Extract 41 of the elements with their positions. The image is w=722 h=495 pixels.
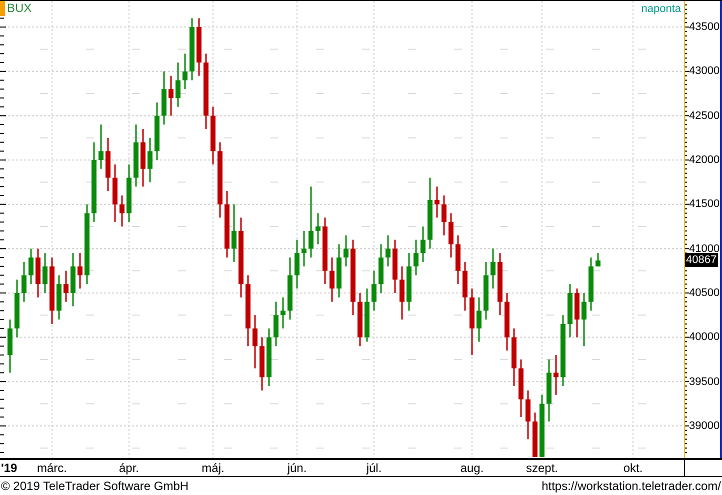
y-tick-label: 43000 <box>689 65 720 78</box>
y-tick-label: 40500 <box>689 286 720 299</box>
x-tick-label: márc. <box>37 461 67 475</box>
candlestick <box>504 292 510 351</box>
x-tick-label: okt. <box>623 461 643 475</box>
candlestick <box>546 359 552 422</box>
y-tick-label: 43500 <box>689 21 720 34</box>
x-tick-label: máj. <box>202 461 224 475</box>
candlestick <box>232 204 236 262</box>
x-tick-label: ápr. <box>119 461 139 475</box>
year-label: '19 <box>1 461 18 475</box>
website-link[interactable]: https://workstation.teletrader.com/ <box>542 478 721 492</box>
candlestick <box>540 394 544 457</box>
candlestick <box>532 412 538 457</box>
candlestick <box>162 71 166 125</box>
candlestick <box>428 178 432 249</box>
candlestick <box>168 76 174 116</box>
candlestick <box>498 253 502 316</box>
y-tick-label: 42000 <box>689 154 720 166</box>
x-tick-label: aug. <box>460 461 484 475</box>
y-tick-label: 40000 <box>689 331 720 344</box>
x-tick-label: szept. <box>526 461 558 475</box>
candlestick <box>36 248 40 298</box>
y-tick-label: 39500 <box>689 376 720 388</box>
y-tick-label: 42500 <box>689 110 720 122</box>
interval-label: naponta <box>640 2 682 16</box>
candlestick <box>582 292 586 346</box>
y-tick-label: 39000 <box>689 420 720 432</box>
y-tick-label: 41500 <box>689 198 720 210</box>
last-price-tag: 40867 <box>685 253 718 268</box>
candlestick <box>260 337 264 390</box>
symbol-marker <box>0 1 5 16</box>
candlestick <box>28 248 34 284</box>
candlestick <box>358 292 362 346</box>
candlestick <box>596 253 600 266</box>
x-tick-label: júl. <box>366 461 382 475</box>
x-tick-label: jún. <box>287 461 307 475</box>
candlestick <box>392 240 398 293</box>
candlestick <box>568 284 572 338</box>
copyright-text: © 2019 TeleTrader Software GmbH <box>1 478 189 492</box>
y-tick-label: 41000 <box>689 242 720 255</box>
